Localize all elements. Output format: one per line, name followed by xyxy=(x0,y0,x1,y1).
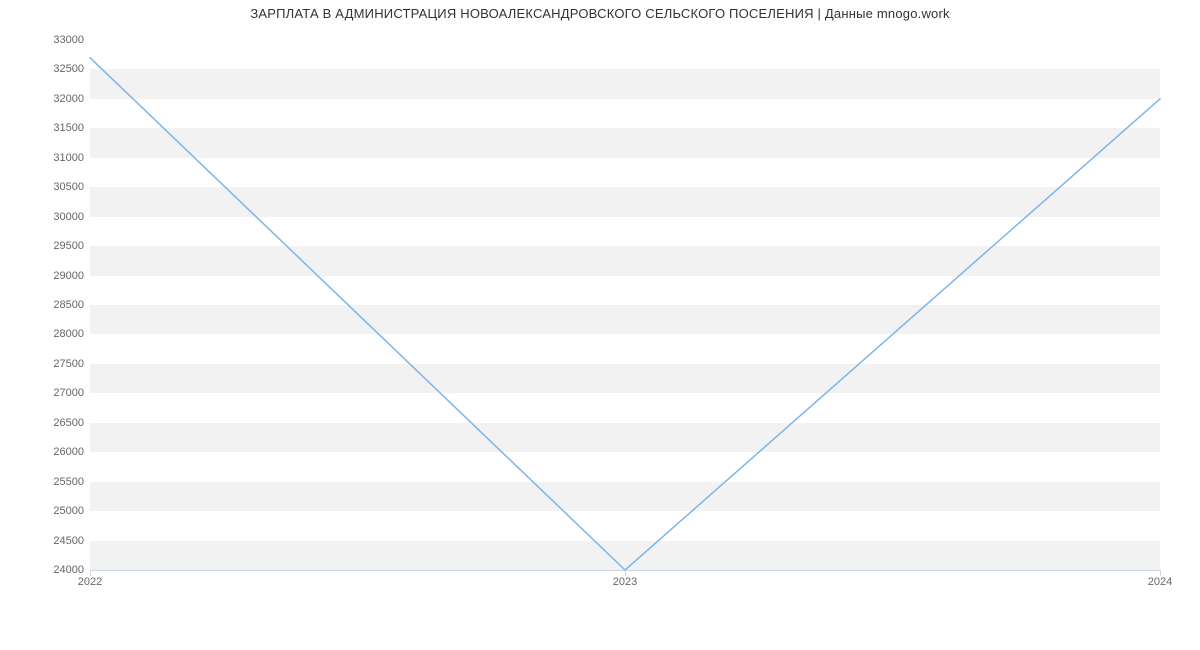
y-tick-label: 32500 xyxy=(4,63,84,75)
y-tick-label: 30000 xyxy=(4,211,84,223)
y-tick-label: 31000 xyxy=(4,152,84,164)
y-tick-label: 25500 xyxy=(4,476,84,488)
y-tick-label: 28500 xyxy=(4,299,84,311)
y-tick-label: 24000 xyxy=(4,564,84,576)
x-tick-label: 2022 xyxy=(78,576,102,588)
x-tick-mark xyxy=(625,570,626,576)
chart-title: ЗАРПЛАТА В АДМИНИСТРАЦИЯ НОВОАЛЕКСАНДРОВ… xyxy=(0,6,1200,21)
y-tick-label: 26000 xyxy=(4,446,84,458)
y-tick-label: 25000 xyxy=(4,505,84,517)
plot-area xyxy=(90,40,1160,570)
y-tick-label: 26500 xyxy=(4,417,84,429)
y-tick-label: 29000 xyxy=(4,270,84,282)
x-tick-mark xyxy=(1160,570,1161,576)
y-tick-label: 24500 xyxy=(4,535,84,547)
y-tick-label: 31500 xyxy=(4,122,84,134)
y-tick-label: 29500 xyxy=(4,240,84,252)
x-tick-label: 2023 xyxy=(613,576,637,588)
line-series-layer xyxy=(90,40,1160,570)
y-tick-label: 28000 xyxy=(4,328,84,340)
y-tick-label: 27000 xyxy=(4,387,84,399)
y-tick-label: 27500 xyxy=(4,358,84,370)
y-tick-label: 32000 xyxy=(4,93,84,105)
x-tick-label: 2024 xyxy=(1148,576,1172,588)
x-tick-mark xyxy=(90,570,91,576)
chart-container: ЗАРПЛАТА В АДМИНИСТРАЦИЯ НОВОАЛЕКСАНДРОВ… xyxy=(0,0,1200,650)
y-tick-label: 30500 xyxy=(4,181,84,193)
series-line xyxy=(90,58,1160,570)
y-tick-label: 33000 xyxy=(4,34,84,46)
